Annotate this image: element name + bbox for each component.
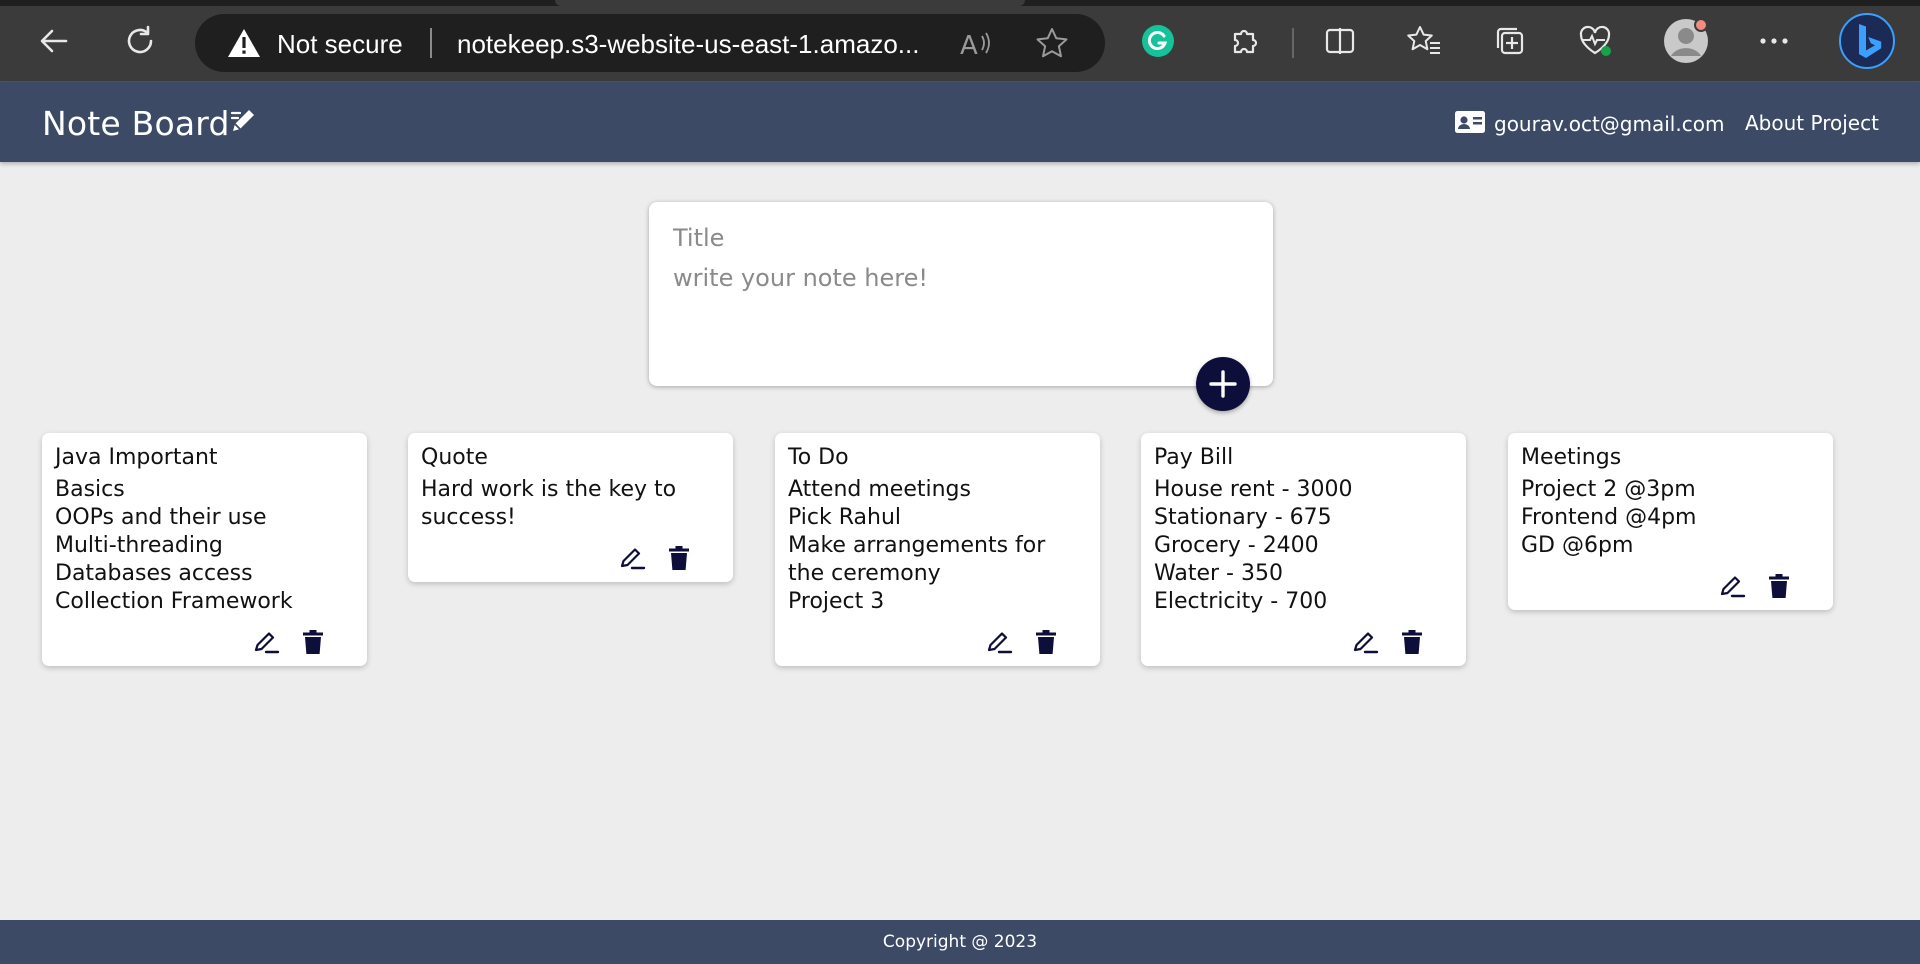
back-icon[interactable] (30, 17, 78, 65)
note-actions (421, 544, 720, 572)
delete-icon[interactable] (666, 544, 692, 572)
delete-icon[interactable] (300, 628, 326, 656)
footer: Copyright @ 2023 (0, 920, 1920, 964)
note-line: GD @6pm (1521, 533, 1634, 558)
edit-icon[interactable] (1720, 572, 1746, 600)
note-line: Project 2 @3pm (1521, 477, 1696, 502)
note-title: Quote (421, 445, 488, 470)
about-project-link[interactable]: About Project (1745, 111, 1879, 135)
note-body-input[interactable] (673, 264, 1233, 364)
note-line: Databases access (55, 561, 253, 586)
toolbar-divider (1292, 28, 1294, 58)
note-composer (649, 202, 1273, 386)
add-note-button[interactable] (1196, 357, 1250, 411)
note-line: OOPs and their use (55, 505, 267, 530)
app-title[interactable]: Note Board (42, 104, 230, 143)
note-line: Project 3 (788, 589, 885, 614)
note-title: To Do (788, 445, 849, 470)
note-line: Make arrangements for (788, 533, 1046, 558)
note-line: Stationary - 675 (1154, 505, 1332, 530)
note-line: success! (421, 505, 516, 530)
browser-essentials-icon[interactable] (1571, 17, 1619, 65)
user-email[interactable]: gourav.oct@gmail.com (1494, 112, 1724, 136)
note-actions (1521, 572, 1820, 600)
contact-card-icon (1454, 110, 1486, 138)
note-line: Hard work is the key to (421, 477, 677, 502)
delete-icon[interactable] (1033, 628, 1059, 656)
note-card: Pay Bill House rent - 3000 Stationary - 67… (1141, 433, 1466, 666)
note-line: Water - 350 (1154, 561, 1283, 586)
url-text[interactable]: notekeep.s3-website-us-east-1.amazo... (457, 29, 919, 60)
edit-icon[interactable] (254, 628, 280, 656)
note-line: Pick Rahul (788, 505, 902, 530)
note-line: Collection Framework (55, 589, 293, 614)
extensions-icon[interactable] (1220, 17, 1268, 65)
note-title: Pay Bill (1154, 445, 1234, 470)
active-tab[interactable] (555, 0, 1025, 6)
user-account[interactable]: gourav.oct@gmail.com (1454, 110, 1724, 138)
app-header: Note Board gourav.oct@gmail.com About Pr… (0, 82, 1920, 162)
delete-icon[interactable] (1399, 628, 1425, 656)
note-actions (788, 628, 1087, 656)
note-card: Meetings Project 2 @3pm Frontend @4pm GD @6… (1508, 433, 1833, 610)
note-card: Quote Hard work is the key to success! (408, 433, 733, 582)
copyright-text: Copyright @ 2023 (882, 932, 1038, 952)
svg-text:A: A (960, 31, 978, 58)
edit-icon[interactable] (987, 628, 1013, 656)
note-actions (55, 628, 354, 656)
note-line: Attend meetings (788, 477, 971, 502)
tab-strip (0, 0, 1920, 6)
more-menu-icon[interactable] (1750, 17, 1798, 65)
favorite-star-icon[interactable] (1035, 27, 1069, 63)
refresh-icon[interactable] (116, 17, 164, 65)
note-line: Grocery - 2400 (1154, 533, 1319, 558)
grammarly-icon[interactable] (1134, 17, 1182, 65)
warning-icon[interactable] (227, 28, 261, 62)
address-divider (430, 28, 432, 58)
address-bar[interactable]: Not secure notekeep.s3-website-us-east-1… (195, 14, 1105, 72)
edit-icon[interactable] (620, 544, 646, 572)
delete-icon[interactable] (1766, 572, 1792, 600)
note-title: Meetings (1521, 445, 1622, 470)
edit-icon[interactable] (1353, 628, 1379, 656)
note-line: House rent - 3000 (1154, 477, 1353, 502)
read-aloud-icon[interactable]: A (960, 28, 994, 62)
favorites-icon[interactable] (1400, 17, 1448, 65)
edit-note-icon (230, 106, 258, 138)
note-actions (1154, 628, 1453, 656)
bing-copilot-icon[interactable] (1838, 12, 1896, 70)
plus-icon (1209, 370, 1237, 398)
note-line: Multi-threading (55, 533, 223, 558)
note-line: Basics (55, 477, 125, 502)
note-line: Frontend @4pm (1521, 505, 1697, 530)
note-card: Java Important Basics OOPs and their use Mu… (42, 433, 367, 666)
security-label[interactable]: Not secure (277, 29, 403, 60)
collections-icon[interactable] (1486, 17, 1534, 65)
note-line: the ceremony (788, 561, 941, 586)
profile-avatar[interactable] (1662, 17, 1710, 65)
note-title: Java Important (55, 445, 218, 470)
note-card: To Do Attend meetings Pick Rahul Make arran… (775, 433, 1100, 666)
note-title-input[interactable] (673, 224, 1233, 252)
split-screen-icon[interactable] (1316, 17, 1364, 65)
browser-toolbar: Not secure notekeep.s3-website-us-east-1… (0, 0, 1920, 82)
note-line: Electricity - 700 (1154, 589, 1328, 614)
